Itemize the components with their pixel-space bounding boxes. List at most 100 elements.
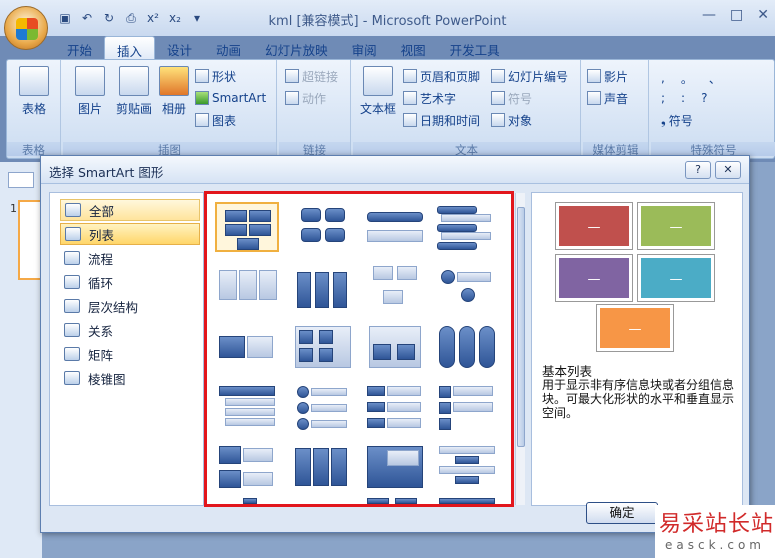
office-button[interactable] (4, 6, 48, 50)
picture-button[interactable]: 图片 (67, 66, 113, 117)
datetime-icon (403, 113, 417, 127)
title-bar: ▣ ↶ ↻ ⎙ x² x₂ ▾ kml [兼容模式] - Microsoft P… (0, 0, 775, 36)
layout-tile-14[interactable] (291, 382, 355, 432)
layout-tile-3[interactable] (363, 202, 427, 252)
preview-shape-3: — (556, 255, 632, 301)
layout-tile-18[interactable] (291, 442, 355, 492)
category-relationship[interactable]: 关系 (60, 319, 200, 341)
album-button[interactable]: 相册 (151, 66, 197, 117)
close-window-button[interactable]: ✕ (757, 7, 769, 23)
wordart-button[interactable]: 艺术字 (403, 88, 456, 108)
symbol-semicolon[interactable]: ; (661, 91, 665, 105)
gallery-scrollbar[interactable] (515, 193, 525, 505)
preview-shape-2: — (638, 203, 714, 249)
tab-developer[interactable]: 开发工具 (438, 36, 512, 60)
symbol-question[interactable]: ? (701, 91, 707, 105)
symbol-pause[interactable]: 、 (709, 70, 721, 87)
symbol-dot-icon: ❟ (661, 112, 666, 127)
preview-description: 用于显示非有序信息块或者分组信息块。可最大化形状的水平和垂直显示空间。 (542, 378, 735, 420)
layout-tile-23[interactable] (435, 498, 499, 504)
shapes-button[interactable]: 形状 (195, 66, 236, 86)
dialog-title: 选择 SmartArt 图形 (49, 165, 164, 180)
tab-animation[interactable]: 动画 (204, 36, 253, 60)
layout-tile-10[interactable] (291, 322, 355, 372)
more-symbols-button[interactable]: ❟ 符号 (661, 110, 693, 130)
maximize-button[interactable]: □ (730, 7, 743, 23)
picture-icon (75, 66, 105, 96)
slides-tab-icon[interactable] (8, 172, 34, 188)
header-footer-button[interactable]: 页眉和页脚 (403, 66, 480, 86)
category-matrix[interactable]: 矩阵 (60, 343, 200, 365)
links-group: 超链接 动作 链接 (279, 60, 351, 158)
ok-button[interactable]: 确定 (586, 502, 658, 524)
symbol-period[interactable]: 。 (681, 70, 693, 87)
dialog-title-bar: 选择 SmartArt 图形 ? ✕ (41, 156, 749, 184)
layout-tile-19[interactable] (363, 442, 427, 492)
table-button[interactable]: 表格 (11, 66, 57, 117)
header-footer-icon (403, 69, 417, 83)
category-pyramid[interactable]: 棱锥图 (60, 367, 200, 389)
special-symbols-group: , 。 、 ; : ? ❟ 符号 特殊符号 (651, 60, 775, 158)
layout-tile-11[interactable] (363, 322, 427, 372)
layout-tile-12[interactable] (435, 322, 499, 372)
datetime-button[interactable]: 日期和时间 (403, 110, 480, 130)
hierarchy-icon (64, 299, 80, 313)
symbol-comma[interactable]: , (661, 71, 665, 85)
layout-tile-6[interactable] (291, 262, 355, 312)
textbox-icon (363, 66, 393, 96)
object-button[interactable]: 对象 (491, 110, 532, 130)
layout-basic-list[interactable] (215, 202, 279, 252)
sound-button[interactable]: 声音 (587, 88, 628, 108)
category-process[interactable]: 流程 (60, 247, 200, 269)
tab-view[interactable]: 视图 (389, 36, 438, 60)
symbol-colon[interactable]: : (681, 91, 685, 105)
layout-tile-16[interactable] (435, 382, 499, 432)
tab-slideshow[interactable]: 幻灯片放映 (253, 36, 340, 60)
scrollbar-thumb[interactable] (517, 207, 525, 447)
dialog-close-button[interactable]: ✕ (715, 161, 741, 179)
slide-thumbnail[interactable] (18, 200, 42, 280)
minimize-button[interactable]: — (702, 7, 716, 23)
layout-tile-22[interactable] (363, 498, 427, 504)
category-hierarchy[interactable]: 层次结构 (60, 295, 200, 317)
layout-tile-9[interactable] (215, 322, 279, 372)
tab-design[interactable]: 设计 (155, 36, 204, 60)
group-label-links: 链接 (279, 142, 350, 157)
slide-number-button[interactable]: 幻灯片编号 (491, 66, 568, 86)
layout-tile-13[interactable] (215, 382, 279, 432)
layout-tile-20[interactable] (435, 442, 499, 492)
watermark-line-2: easck.com (665, 538, 765, 552)
clipart-icon (119, 66, 149, 96)
tab-insert[interactable]: 插入 (104, 36, 156, 60)
layout-tile-5[interactable] (215, 262, 279, 312)
action-button[interactable]: 动作 (285, 88, 326, 108)
tab-review[interactable]: 审阅 (340, 36, 389, 60)
window-controls: — □ ✕ (702, 7, 769, 23)
layout-tile-17[interactable] (215, 442, 279, 492)
layout-tile-7[interactable] (363, 262, 427, 312)
watermark: 易采站长站 easck.com (655, 505, 775, 558)
sound-icon (587, 91, 601, 105)
symbol-button[interactable]: 符号 (491, 88, 532, 108)
tab-home[interactable]: 开始 (55, 36, 104, 60)
layout-tile-8[interactable] (435, 262, 499, 312)
preview-shape-4: — (638, 255, 714, 301)
category-cycle[interactable]: 循环 (60, 271, 200, 293)
chart-button[interactable]: 图表 (195, 110, 236, 130)
layout-tile-2[interactable] (291, 202, 355, 252)
layout-tile-4[interactable] (435, 202, 499, 252)
movie-button[interactable]: 影片 (587, 66, 628, 86)
category-all[interactable]: 全部 (60, 199, 200, 221)
layout-tile-15[interactable] (363, 382, 427, 432)
help-button[interactable]: ? (685, 161, 711, 179)
process-icon (64, 251, 80, 265)
list-icon (65, 227, 81, 241)
preview-shape-1: — (556, 203, 632, 249)
textbox-button[interactable]: 文本框 (355, 66, 401, 117)
preview-panel: — — — — — 基本列表 用于显示非有序信息块或者分组信息块。可最大化形状的… (531, 192, 743, 506)
category-list-item[interactable]: 列表 (60, 223, 200, 245)
smartart-button[interactable]: SmartArt (195, 88, 266, 108)
symbols-row-2: ; : ? (661, 88, 707, 108)
hyperlink-button[interactable]: 超链接 (285, 66, 338, 86)
layout-tile-21[interactable] (215, 498, 279, 504)
